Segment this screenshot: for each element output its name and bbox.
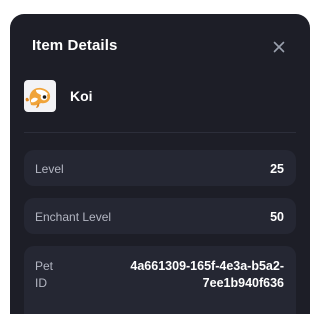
level-label: Level <box>35 162 64 176</box>
level-row: Level 25 <box>24 150 296 186</box>
pet-summary: Koi <box>24 80 296 114</box>
koi-pet-icon <box>24 80 56 112</box>
pet-id-value: 4a661309-165f-4e3a-b5a2- 7ee1b940f636 <box>114 258 284 292</box>
pet-name: Koi <box>70 88 93 104</box>
pet-id-value-line1: 4a661309-165f-4e3a-b5a2- <box>130 259 284 273</box>
enchant-level-label: Enchant Level <box>35 210 112 224</box>
pet-id-label-line1: Pet <box>35 259 54 273</box>
close-button[interactable] <box>268 36 290 58</box>
level-value: 25 <box>270 162 284 176</box>
enchant-level-value: 50 <box>270 210 284 224</box>
pet-id-row: Pet ID 4a661309-165f-4e3a-b5a2- 7ee1b940… <box>24 246 296 314</box>
item-details-dialog: Item Details Koi Level 25 Enchant Level <box>10 14 310 314</box>
close-icon <box>273 41 285 53</box>
dialog-title: Item Details <box>32 37 118 54</box>
pet-id-label: Pet ID <box>35 258 75 292</box>
dialog-header: Item Details <box>32 36 290 60</box>
pet-id-value-line2: 7ee1b940f636 <box>202 276 284 290</box>
enchant-level-row: Enchant Level 50 <box>24 198 296 234</box>
divider <box>24 132 296 133</box>
pet-id-label-line2: ID <box>35 276 47 290</box>
